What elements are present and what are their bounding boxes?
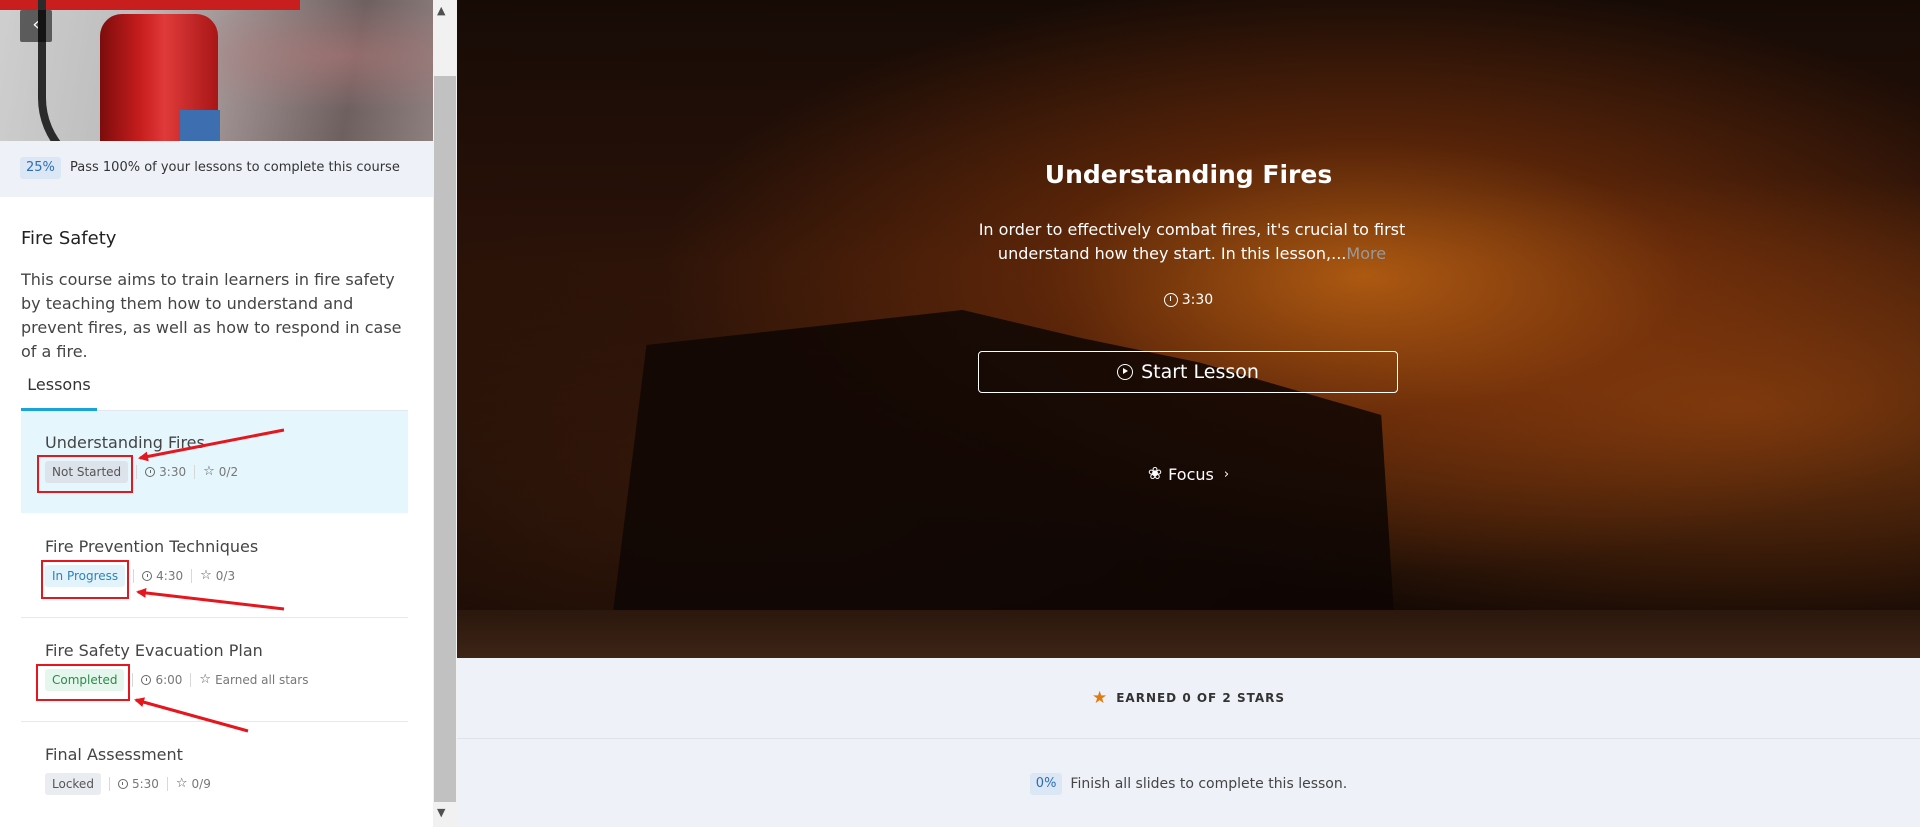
course-progress-strip: 25% Pass 100% of your lessons to complet…: [0, 141, 433, 197]
chevron-right-icon: ›: [1223, 466, 1230, 482]
scroll-up-arrow-icon[interactable]: ▲: [437, 4, 445, 17]
lesson-duration: 4:30: [156, 569, 184, 583]
lesson-stars: 0/3: [215, 569, 236, 583]
star-icon: ★: [1091, 688, 1109, 708]
course-progress-badge: 25%: [20, 157, 61, 179]
scrollbar-thumb[interactable]: [434, 76, 456, 802]
lesson-stars: 0/2: [218, 465, 239, 479]
focus-label: Focus: [1168, 464, 1214, 484]
more-link[interactable]: More: [1346, 244, 1386, 263]
course-title: Fire Safety: [21, 228, 117, 249]
star-icon: ☆: [199, 672, 212, 687]
course-description: This course aims to train learners in fi…: [21, 270, 402, 361]
lesson-stars: 0/9: [191, 777, 211, 791]
clock-icon: [117, 779, 128, 789]
tab-lessons[interactable]: Lessons: [21, 372, 97, 411]
lesson-title: Fire Safety Evacuation Plan: [45, 641, 263, 660]
lesson-title: Fire Prevention Techniques: [45, 537, 259, 556]
sidebar-tabs: Lessons: [21, 372, 408, 411]
focus-button[interactable]: ❀ Focus ›: [457, 464, 1920, 484]
lesson-progress-bar: 0% Finish all slides to complete this le…: [457, 739, 1920, 827]
annotation-box: [36, 664, 130, 701]
stars-summary-text: EARNED 0 OF 2 STARS: [1116, 691, 1286, 705]
lesson-title: Understanding Fires: [45, 433, 205, 452]
chevron-left-icon: ‹: [32, 14, 40, 35]
lesson-main: Understanding Fires In order to effectiv…: [457, 0, 1920, 827]
start-lesson-label: Start Lesson: [1141, 361, 1259, 383]
star-icon: ☆: [175, 776, 188, 791]
start-lesson-button[interactable]: Start Lesson: [978, 351, 1398, 393]
lesson-duration: 3:30: [457, 292, 1920, 308]
lesson-title: Understanding Fires: [1044, 160, 1333, 189]
clock-icon: [145, 467, 156, 477]
play-circle-icon: [1117, 364, 1134, 380]
lesson-progress-text: Finish all slides to complete this lesso…: [1070, 776, 1348, 792]
lesson-title: Final Assessment: [45, 745, 183, 764]
back-button[interactable]: ‹: [20, 10, 52, 42]
lesson-item-final-assessment[interactable]: Final Assessment Locked 5:30 ☆ 0/9: [21, 723, 408, 825]
course-progress-text: Pass 100% of your lessons to complete th…: [70, 160, 400, 175]
lesson-progress-badge: 0%: [1029, 773, 1063, 795]
clock-icon: [141, 675, 152, 685]
status-badge: Locked: [45, 773, 101, 795]
lesson-meta: Locked 5:30 ☆ 0/9: [45, 773, 219, 795]
stars-summary-bar: ★ EARNED 0 OF 2 STARS: [457, 658, 1920, 739]
annotation-box: [37, 455, 133, 493]
lesson-duration: 3:30: [159, 465, 187, 479]
star-icon: ☆: [203, 464, 215, 479]
lesson-description: In order to effectively combat fires, it…: [977, 218, 1407, 266]
lesson-stars: Earned all stars: [215, 673, 309, 687]
clock-icon: [142, 571, 153, 581]
lesson-duration: 6:00: [155, 673, 183, 687]
lesson-duration: 5:30: [131, 777, 159, 791]
lesson-hero: Understanding Fires In order to effectiv…: [457, 0, 1920, 658]
lotus-icon: ❀: [1147, 464, 1163, 484]
clock-icon: [1163, 293, 1178, 307]
annotation-box: [41, 560, 129, 599]
course-cover-image: ‹: [0, 0, 433, 141]
scroll-down-arrow-icon[interactable]: ▼: [437, 806, 445, 819]
star-icon: ☆: [200, 568, 212, 583]
lesson-duration-text: 3:30: [1181, 292, 1214, 308]
course-sidebar: ‹ 25% Pass 100% of your lessons to compl…: [0, 0, 433, 827]
lesson-description-text: In order to effectively combat fires, it…: [978, 220, 1406, 263]
